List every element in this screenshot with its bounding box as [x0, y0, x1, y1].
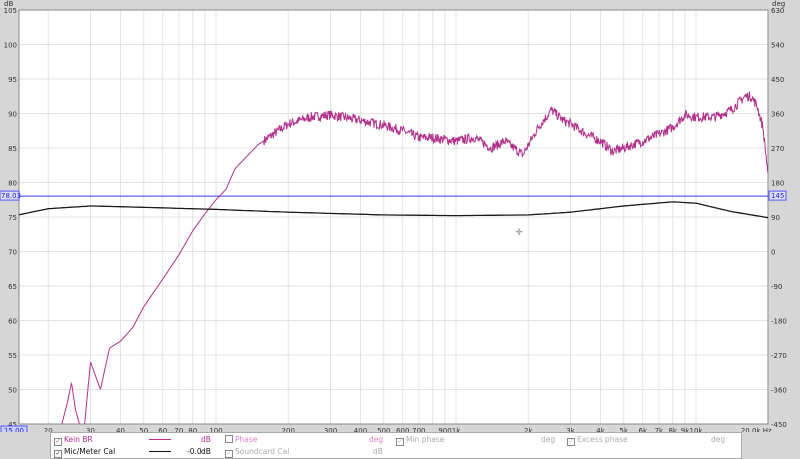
- legend-phase-unit: deg: [369, 435, 384, 444]
- y-tick-label: 105: [4, 7, 17, 15]
- crosshair-icon: ✛: [515, 228, 523, 238]
- y-axis-unit: dB: [4, 0, 13, 8]
- legend-line-swatch: [149, 439, 171, 440]
- y2-tick-label: 450: [771, 76, 784, 84]
- y2-tick-label: -90: [771, 283, 782, 291]
- legend-min-phase-unit: deg: [541, 435, 556, 444]
- y2-tick-label: 360: [771, 111, 784, 119]
- y-tick-label: 100: [4, 42, 17, 50]
- y2-tick-label: 540: [771, 42, 784, 50]
- y-tick-label: 90: [8, 111, 17, 119]
- legend-min-phase[interactable]: ✓ Min phase: [396, 435, 444, 446]
- y2-axis-unit: deg: [772, 0, 785, 8]
- y-tick-label: 70: [8, 249, 17, 257]
- y2-tick-label: -270: [771, 352, 787, 360]
- y2-tick-label: -450: [771, 421, 787, 429]
- y-tick-label: 50: [8, 387, 17, 395]
- legend-mic-cal[interactable]: ✓ Mic/Meter Cal: [54, 447, 115, 458]
- legend-panel: ✓ Kein BR dB Phase deg ✓ Min phase deg ✓ Ex…: [50, 432, 742, 459]
- y2-tick-label: -180: [771, 318, 787, 326]
- y-tick-label: 65: [8, 283, 17, 291]
- checkbox-icon[interactable]: ✓: [54, 438, 62, 446]
- start-freq-label: 15.00: [4, 427, 24, 432]
- y-tick-label: 95: [8, 76, 17, 84]
- checkbox-icon[interactable]: ✓: [396, 438, 404, 446]
- legend-mic-value: -0.0: [187, 447, 202, 456]
- y-tick-label: 85: [8, 145, 17, 153]
- y-tick-label: 60: [8, 318, 17, 326]
- checkbox-icon[interactable]: [225, 435, 233, 443]
- y2-tick-label: 630: [771, 7, 784, 15]
- legend-line-swatch: [149, 451, 171, 452]
- checkbox-icon[interactable]: ✓: [567, 438, 575, 446]
- legend-soundcard-cal[interactable]: ✓ Soundcard Cal: [225, 447, 289, 458]
- y2-tick-label: 90: [771, 214, 780, 222]
- legend-excess-phase-unit: deg: [711, 435, 726, 444]
- legend-unit: dB: [201, 435, 211, 444]
- legend-excess-phase[interactable]: ✓ Excess phase: [567, 435, 628, 446]
- y-tick-label: 80: [8, 180, 17, 188]
- y2-tick-label: -360: [771, 387, 787, 395]
- x-tick-label: 20.0k Hz: [741, 427, 772, 432]
- cursor-db-label: 78.03: [1, 192, 21, 200]
- frequency-response-chart[interactable]: 4550556065707580859095100105-450-360-270…: [0, 0, 800, 432]
- cursor-deg-label: 145: [771, 192, 784, 200]
- legend-soundcard-unit: dB: [373, 447, 383, 456]
- y-tick-label: 75: [8, 214, 17, 222]
- y2-tick-label: 0: [771, 249, 775, 257]
- checkbox-icon[interactable]: ✓: [54, 450, 62, 458]
- checkbox-icon[interactable]: ✓: [225, 450, 233, 458]
- legend-mic-unit: dB: [201, 447, 211, 456]
- legend-kein-br[interactable]: ✓ Kein BR: [54, 435, 93, 446]
- legend-phase[interactable]: Phase: [225, 435, 257, 444]
- y2-tick-label: 180: [771, 180, 784, 188]
- y-tick-label: 55: [8, 352, 17, 360]
- y2-tick-label: 270: [771, 145, 784, 153]
